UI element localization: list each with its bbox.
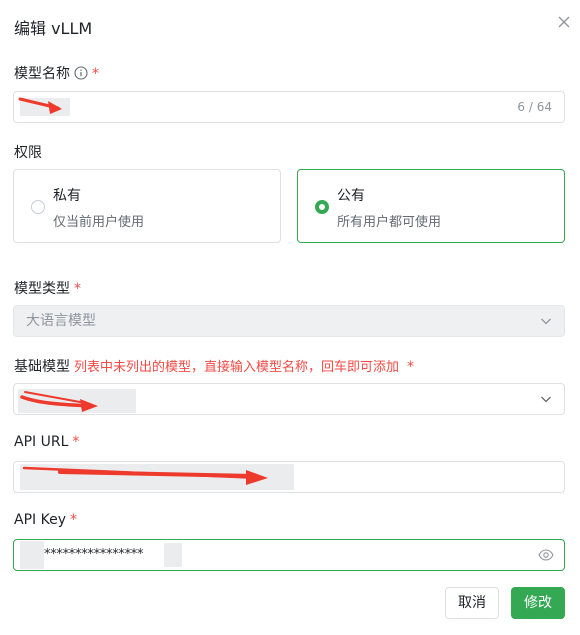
permission-option-private[interactable]: 私有 仅当前用户使用 bbox=[13, 169, 281, 243]
radio-private[interactable] bbox=[31, 200, 45, 214]
api-url-label: API URL * bbox=[14, 434, 79, 450]
permission-private-desc: 仅当前用户使用 bbox=[53, 215, 145, 230]
required-mark: * bbox=[92, 66, 99, 82]
submit-button[interactable]: 修改 bbox=[511, 587, 565, 619]
model-type-label-text: 模型类型 bbox=[14, 281, 70, 297]
permission-option-public[interactable]: 公有 所有用户都可使用 bbox=[297, 169, 565, 243]
chevron-down-icon bbox=[541, 396, 551, 403]
required-mark: * bbox=[74, 281, 81, 297]
model-name-label: 模型名称 * bbox=[14, 63, 99, 83]
api-key-input[interactable]: **************** bbox=[13, 539, 565, 571]
model-type-label: 模型类型 * bbox=[14, 278, 81, 298]
model-name-counter: 6 / 64 bbox=[517, 100, 552, 114]
model-type-value: 大语言模型 bbox=[26, 313, 96, 329]
eye-icon[interactable] bbox=[538, 547, 554, 563]
permission-public-desc: 所有用户都可使用 bbox=[337, 215, 442, 230]
required-mark: * bbox=[407, 359, 415, 375]
required-mark: * bbox=[72, 434, 80, 450]
model-name-input[interactable]: 6 / 64 bbox=[13, 91, 565, 123]
permission-private-title: 私有 bbox=[53, 188, 81, 204]
redacted-api-key-suffix bbox=[164, 543, 182, 567]
close-icon[interactable] bbox=[556, 14, 572, 30]
base-model-label: 基础模型 列表中未列出的模型，直接输入模型名称，回车即可添加 * bbox=[14, 356, 414, 376]
info-circle-icon[interactable] bbox=[74, 66, 88, 80]
api-key-label-text: API Key bbox=[14, 512, 66, 528]
model-type-select[interactable]: 大语言模型 bbox=[13, 305, 565, 337]
required-mark: * bbox=[69, 512, 77, 528]
api-key-value: **************** bbox=[44, 547, 144, 562]
base-model-hint: 列表中未列出的模型，直接输入模型名称，回车即可添加 bbox=[74, 360, 400, 375]
permission-public-title: 公有 bbox=[337, 188, 365, 204]
radio-public[interactable] bbox=[315, 200, 329, 214]
model-name-label-text: 模型名称 bbox=[14, 66, 70, 82]
api-key-label: API Key * bbox=[14, 512, 77, 528]
redacted-api-key-prefix bbox=[20, 541, 44, 569]
redacted-api-url bbox=[20, 464, 294, 490]
base-model-label-text: 基础模型 bbox=[14, 359, 70, 375]
cancel-button[interactable]: 取消 bbox=[445, 587, 499, 619]
chevron-down-icon bbox=[541, 318, 551, 325]
permission-label: 权限 bbox=[14, 145, 42, 161]
redacted-model-name bbox=[20, 98, 70, 116]
dialog-title: 编辑 vLLM bbox=[14, 19, 93, 38]
redacted-base-model bbox=[18, 389, 136, 413]
api-url-label-text: API URL bbox=[14, 434, 69, 450]
